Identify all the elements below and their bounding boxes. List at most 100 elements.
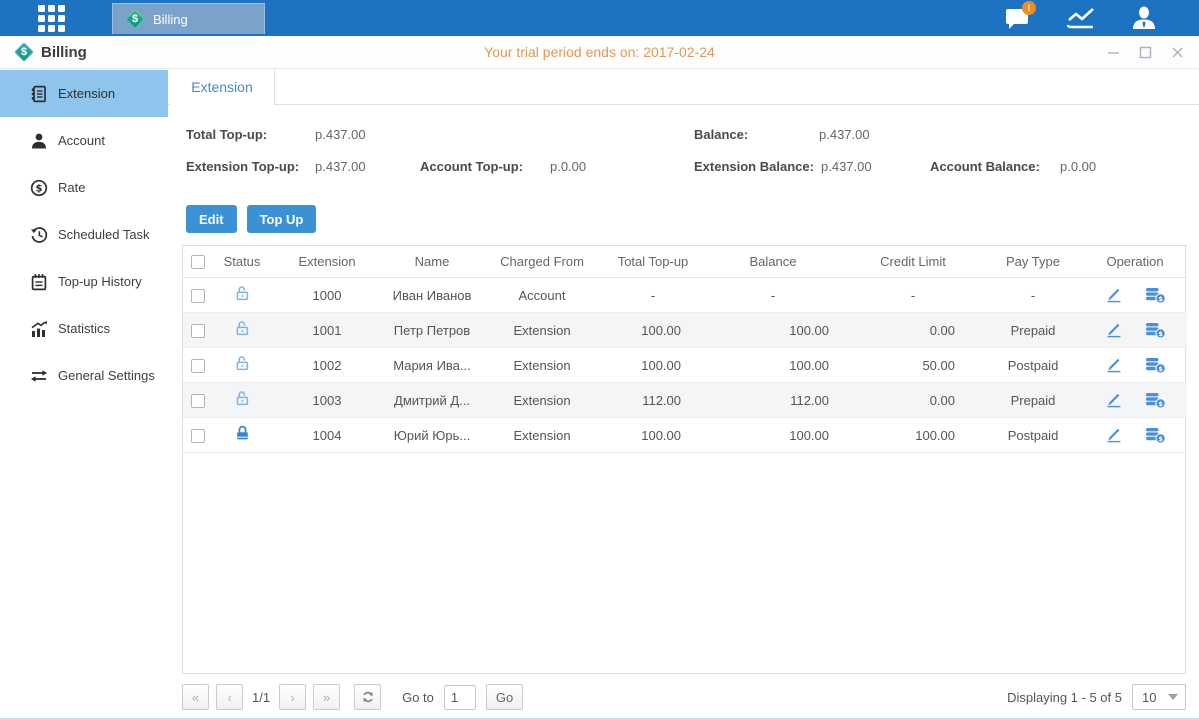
billing-window-icon: $ — [14, 42, 34, 62]
credit-limit-cell: 0.00 — [843, 383, 983, 418]
topbar-tab-label: Billing — [153, 12, 188, 27]
status-cell — [213, 348, 271, 383]
edit-row-icon[interactable] — [1105, 322, 1123, 338]
chevron-down-icon — [1168, 694, 1178, 700]
charged-from-cell: Extension — [481, 383, 603, 418]
sidebar-item-label: General Settings — [58, 368, 155, 383]
minimize-button[interactable] — [1105, 45, 1121, 61]
maximize-button[interactable] — [1137, 45, 1153, 61]
tab-strip: Extension — [168, 69, 1199, 105]
next-page-button[interactable]: › — [279, 684, 306, 710]
account-topup-label: Account Top-up: — [420, 159, 523, 174]
balance-cell: 100.00 — [703, 313, 843, 348]
scheduled-task-clock-icon — [29, 225, 49, 245]
edit-row-icon[interactable] — [1105, 357, 1123, 373]
displaying-text: Displaying 1 - 5 of 5 — [1007, 690, 1122, 705]
balance-cell: - — [703, 278, 843, 313]
col-extension: Extension — [271, 246, 383, 278]
top-up-row-icon[interactable]: $ — [1145, 392, 1166, 409]
rate-dollar-icon: $ — [29, 178, 49, 198]
total-topup-cell: 100.00 — [603, 418, 703, 453]
extension-cell: 1004 — [271, 418, 383, 453]
top-up-row-icon[interactable]: $ — [1145, 427, 1166, 444]
total-topup-cell: 100.00 — [603, 348, 703, 383]
edit-button[interactable]: Edit — [186, 205, 237, 233]
row-checkbox[interactable] — [191, 324, 205, 338]
total-topup-label: Total Top-up: — [186, 127, 267, 142]
pay-type-cell: Prepaid — [983, 313, 1083, 348]
tab-extension[interactable]: Extension — [170, 69, 275, 105]
total-topup-cell: - — [603, 278, 703, 313]
col-charged-from: Charged From — [481, 246, 603, 278]
credit-limit-cell: 50.00 — [843, 348, 983, 383]
pay-type-cell: Postpaid — [983, 348, 1083, 383]
topbar-tab-billing[interactable]: $ Billing — [112, 3, 265, 34]
account-topup-value: p.0.00 — [550, 159, 586, 174]
sidebar-item-general-settings[interactable]: General Settings — [0, 352, 168, 399]
row-checkbox[interactable] — [191, 394, 205, 408]
credit-limit-cell: 0.00 — [843, 313, 983, 348]
notifications-icon[interactable]: ! — [1003, 5, 1033, 31]
row-checkbox[interactable] — [191, 289, 205, 303]
credit-limit-cell: - — [843, 278, 983, 313]
user-account-icon[interactable] — [1129, 5, 1159, 31]
status-cell — [213, 313, 271, 348]
general-settings-arrows-icon — [29, 366, 49, 386]
page-size-select[interactable]: 10 — [1132, 684, 1186, 710]
status-cell — [213, 278, 271, 313]
sidebar-item-label: Rate — [58, 180, 85, 195]
total-topup-value: p.437.00 — [315, 127, 366, 142]
first-page-button[interactable]: « — [182, 684, 209, 710]
prev-page-button[interactable]: ‹ — [216, 684, 243, 710]
top-up-row-icon[interactable]: $ — [1145, 357, 1166, 374]
edit-row-icon[interactable] — [1105, 287, 1123, 303]
sidebar-item-statistics[interactable]: Statistics — [0, 305, 168, 352]
billing-diamond-icon: $ — [125, 9, 145, 29]
goto-page-input[interactable] — [444, 685, 476, 710]
account-balance-value: p.0.00 — [1060, 159, 1096, 174]
row-checkbox[interactable] — [191, 359, 205, 373]
status-cell — [213, 383, 271, 418]
sidebar-item-rate[interactable]: $ Rate — [0, 164, 168, 211]
unlocked-icon — [234, 285, 251, 302]
sidebar-item-label: Statistics — [58, 321, 110, 336]
sidebar: Extension Account $ Rate Scheduled Task — [0, 69, 168, 718]
charged-from-cell: Account — [481, 278, 603, 313]
resource-monitor-icon[interactable] — [1066, 5, 1096, 31]
balance-summary: Total Top-up: p.437.00 Balance: p.437.00… — [168, 119, 1199, 189]
last-page-button[interactable]: » — [313, 684, 340, 710]
extension-topup-label: Extension Top-up: — [186, 159, 299, 174]
top-up-row-icon[interactable]: $ — [1145, 287, 1166, 304]
top-up-button[interactable]: Top Up — [247, 205, 317, 233]
svg-text:$: $ — [1158, 365, 1163, 373]
edit-row-icon[interactable] — [1105, 392, 1123, 408]
locked-icon — [234, 425, 251, 442]
close-button[interactable] — [1169, 45, 1185, 61]
col-total-topup: Total Top-up — [603, 246, 703, 278]
extension-cell: 1002 — [271, 348, 383, 383]
sidebar-item-label: Account — [58, 133, 105, 148]
refresh-button[interactable] — [354, 684, 381, 710]
sidebar-item-scheduled-task[interactable]: Scheduled Task — [0, 211, 168, 258]
apps-grid-icon[interactable] — [38, 5, 68, 31]
row-checkbox[interactable] — [191, 429, 205, 443]
select-all-checkbox[interactable] — [191, 255, 205, 269]
charged-from-cell: Extension — [481, 348, 603, 383]
notification-badge: ! — [1022, 1, 1036, 15]
table-row: 1003 Дмитрий Д... Extension 112.00 112.0… — [183, 383, 1187, 418]
sidebar-item-topup-history[interactable]: Top-up History — [0, 258, 168, 305]
edit-row-icon[interactable] — [1105, 427, 1123, 443]
col-credit-limit: Credit Limit — [843, 246, 983, 278]
col-operation: Operation — [1083, 246, 1187, 278]
table-header-row: Status Extension Name Charged From Total… — [183, 246, 1187, 278]
total-topup-cell: 112.00 — [603, 383, 703, 418]
svg-text:$: $ — [36, 183, 43, 194]
sidebar-item-extension[interactable]: Extension — [0, 70, 168, 117]
extension-cell: 1000 — [271, 278, 383, 313]
table-row: 1002 Мария Ива... Extension 100.00 100.0… — [183, 348, 1187, 383]
svg-text:$: $ — [1158, 295, 1163, 303]
go-button[interactable]: Go — [486, 684, 523, 710]
pay-type-cell: Prepaid — [983, 383, 1083, 418]
sidebar-item-account[interactable]: Account — [0, 117, 168, 164]
top-up-row-icon[interactable]: $ — [1145, 322, 1166, 339]
